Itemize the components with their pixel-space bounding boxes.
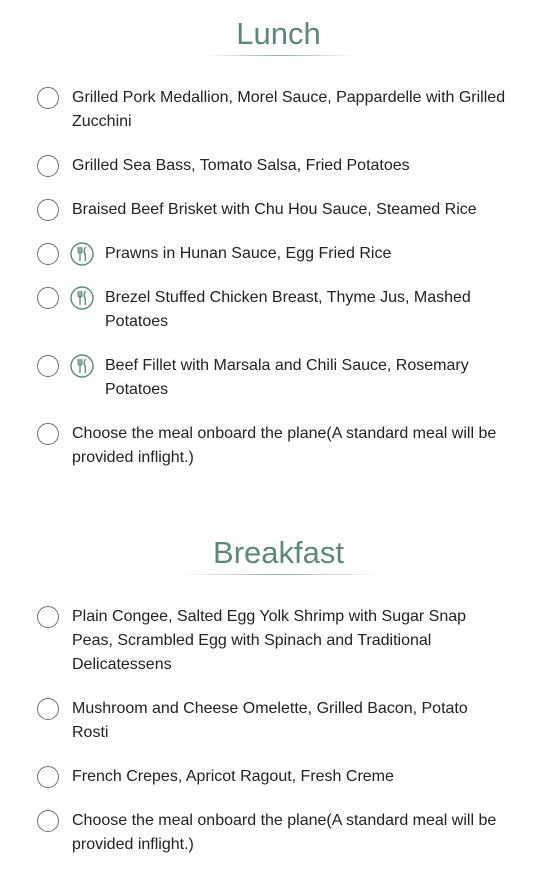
radio-button[interactable] [37,810,59,832]
fork-knife-icon [70,242,94,266]
meal-option-lunch-3[interactable]: Braised Beef Brisket with Chu Hou Sauce,… [37,198,507,222]
meal-option-label: French Crepes, Apricot Ragout, Fresh Cre… [72,768,394,785]
meal-option-label: Choose the meal onboard the plane(A stan… [72,425,497,466]
meal-option-label: Brezel Stuffed Chicken Breast, Thyme Jus… [105,289,471,330]
meal-option-label: Beef Fillet with Marsala and Chili Sauce… [105,357,469,398]
section-title-lunch: Lunch [236,16,321,51]
radio-button[interactable] [37,87,59,109]
meal-option-lunch-5[interactable]: Brezel Stuffed Chicken Breast, Thyme Jus… [37,286,507,334]
radio-button[interactable] [37,423,59,445]
title-divider [180,574,380,575]
radio-button[interactable] [37,287,59,309]
radio-button[interactable] [37,698,59,720]
meal-option-lunch-1[interactable]: Grilled Pork Medallion, Morel Sauce, Pap… [37,86,507,134]
meal-option-label: Plain Congee, Salted Egg Yolk Shrimp wit… [72,608,467,673]
fork-knife-icon [70,354,94,378]
fork-knife-icon [70,286,94,310]
meal-option-breakfast-4[interactable]: Choose the meal onboard the plane(A stan… [37,809,507,857]
radio-button[interactable] [37,766,59,788]
section-title-breakfast: Breakfast [213,535,344,570]
meal-option-label: Choose the meal onboard the plane(A stan… [72,812,497,853]
meal-option-label: Prawns in Hunan Sauce, Egg Fried Rice [105,245,392,262]
meal-option-breakfast-2[interactable]: Mushroom and Cheese Omelette, Grilled Ba… [37,697,507,745]
radio-button[interactable] [37,243,59,265]
meal-option-lunch-2[interactable]: Grilled Sea Bass, Tomato Salsa, Fried Po… [37,154,507,178]
meal-option-label: Grilled Pork Medallion, Morel Sauce, Pap… [72,89,506,130]
meal-option-breakfast-1[interactable]: Plain Congee, Salted Egg Yolk Shrimp wit… [37,605,507,677]
radio-button[interactable] [37,606,59,628]
meal-option-lunch-7[interactable]: Choose the meal onboard the plane(A stan… [37,422,507,470]
radio-button[interactable] [37,199,59,221]
meal-option-lunch-6[interactable]: Beef Fillet with Marsala and Chili Sauce… [37,354,507,402]
radio-button[interactable] [37,155,59,177]
meal-option-label: Grilled Sea Bass, Tomato Salsa, Fried Po… [72,157,410,174]
meal-option-label: Mushroom and Cheese Omelette, Grilled Ba… [72,700,468,741]
radio-button[interactable] [37,355,59,377]
meal-option-label: Braised Beef Brisket with Chu Hou Sauce,… [72,201,477,218]
title-divider [203,55,357,56]
meal-option-breakfast-3[interactable]: French Crepes, Apricot Ragout, Fresh Cre… [37,765,507,789]
meal-option-lunch-4[interactable]: Prawns in Hunan Sauce, Egg Fried Rice [37,242,507,266]
